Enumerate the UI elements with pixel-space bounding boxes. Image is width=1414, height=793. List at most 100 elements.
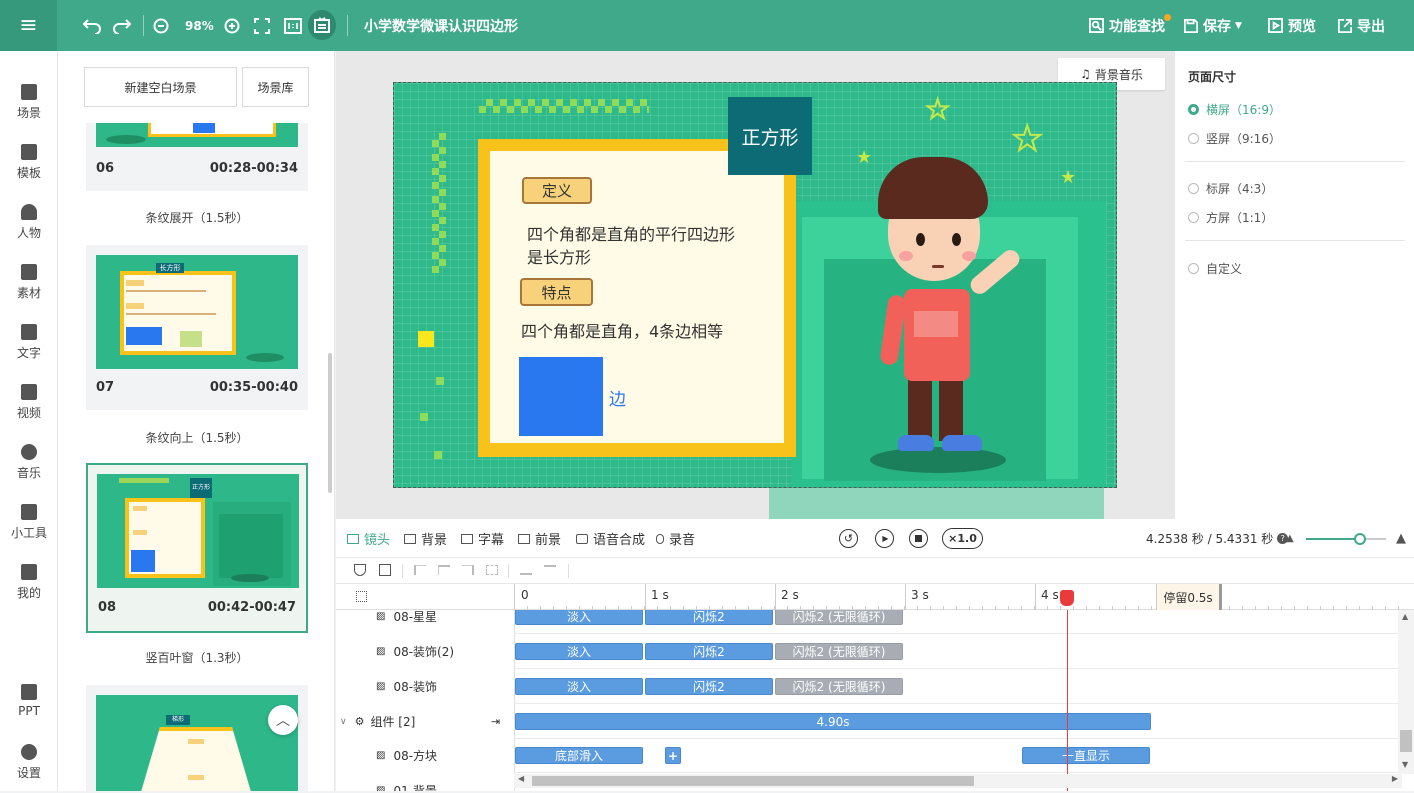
- track-label[interactable]: ▨ 08-装饰: [336, 669, 514, 704]
- definition-text-line2[interactable]: 是长方形: [527, 244, 591, 268]
- horizontal-scrollbar[interactable]: ◀ ▶: [514, 774, 1402, 788]
- track-label[interactable]: ▨ 08-方块: [336, 738, 514, 773]
- animation-clip[interactable]: 闪烁2 (无限循环): [775, 643, 903, 660]
- new-blank-scene-button[interactable]: 新建空白场景: [84, 67, 237, 107]
- filter-icon[interactable]: [354, 564, 366, 576]
- radio-custom[interactable]: 自定义: [1188, 260, 1242, 277]
- chevron-down-icon[interactable]: ∨: [340, 717, 347, 727]
- scene-transition[interactable]: 条纹展开（1.5秒）: [86, 209, 308, 226]
- align-left-icon[interactable]: [414, 565, 426, 575]
- feature-tag[interactable]: 特点: [520, 278, 593, 306]
- radio-standard-4-3[interactable]: 标屏（4:3）: [1188, 180, 1273, 197]
- group-duration-clip[interactable]: 4.90s: [515, 713, 1151, 730]
- animation-clip[interactable]: 一直显示: [1022, 747, 1150, 764]
- add-animation-button[interactable]: +: [665, 747, 681, 764]
- animation-clip[interactable]: 底部滑入: [515, 747, 643, 764]
- actual-size-icon[interactable]: [284, 0, 302, 51]
- align-right-icon[interactable]: [462, 565, 474, 575]
- animation-clip[interactable]: 闪烁2 (无限循环): [775, 678, 903, 695]
- scrollbar-thumb[interactable]: [532, 776, 974, 786]
- track-label[interactable]: ▨ 08-星星: [336, 610, 514, 634]
- save-button[interactable]: 保存 ▼: [1184, 0, 1242, 51]
- animation-clip[interactable]: 闪烁2: [645, 610, 773, 625]
- playback-speed-button[interactable]: ×1.0: [942, 528, 983, 549]
- animation-clip[interactable]: 闪烁2: [645, 678, 773, 695]
- scene-card-06[interactable]: 06 00:28-00:34: [86, 123, 308, 191]
- scene-card-09[interactable]: 梯形: [86, 685, 308, 791]
- scroll-right-icon[interactable]: ▶: [1392, 774, 1398, 783]
- timeline-ruler[interactable]: 0 1 s 2 s 3 s 4 s 停留0.5s: [336, 584, 1414, 610]
- scene-transition[interactable]: 竖百叶窗（1.3秒）: [86, 649, 308, 666]
- animation-clip[interactable]: 淡入: [515, 643, 643, 660]
- redo-icon[interactable]: [112, 0, 132, 51]
- stack-down-icon[interactable]: [544, 565, 556, 575]
- side-label[interactable]: 边: [609, 385, 626, 410]
- undo-icon[interactable]: [82, 0, 102, 51]
- group-icon[interactable]: [379, 564, 391, 576]
- preview-button[interactable]: 预览: [1268, 0, 1316, 51]
- animation-clip[interactable]: 闪烁2 (无限循环): [775, 610, 903, 625]
- scroll-top-button[interactable]: ︿: [268, 705, 298, 735]
- sidebar-item-settings[interactable]: 设置: [0, 737, 58, 793]
- sidebar-item-video[interactable]: 视频: [0, 377, 58, 433]
- definition-text-line1[interactable]: 四个角都是直角的平行四边形: [527, 221, 735, 245]
- subtitle-toggle-icon[interactable]: [308, 10, 336, 40]
- stack-up-icon[interactable]: [520, 565, 532, 575]
- timeline-zoom-slider[interactable]: [1306, 533, 1386, 545]
- stop-icon[interactable]: [909, 529, 928, 548]
- tab-foreground[interactable]: 前景: [518, 519, 561, 558]
- tab-speech-synthesis[interactable]: 语音合成: [576, 519, 645, 558]
- slide-title[interactable]: 正方形: [728, 97, 812, 175]
- sidebar-item-character[interactable]: 人物: [0, 197, 58, 253]
- playhead-handle[interactable]: [1060, 590, 1074, 606]
- scrollbar-thumb[interactable]: [1400, 730, 1412, 752]
- definition-tag[interactable]: 定义: [522, 177, 592, 204]
- scene-card-07[interactable]: 长方形 07 00:35-00:40: [86, 245, 308, 410]
- radio-square-1-1[interactable]: 方屏（1:1）: [1188, 209, 1273, 226]
- tab-subtitle[interactable]: 字幕: [461, 519, 504, 558]
- replay-icon[interactable]: ↺: [839, 529, 858, 548]
- scene-library-button[interactable]: 场景库: [242, 67, 309, 107]
- animation-clip[interactable]: 淡入: [515, 678, 643, 695]
- feature-text[interactable]: 四个角都是直角，4条边相等: [521, 318, 723, 342]
- distribute-icon[interactable]: [486, 565, 498, 575]
- slide-canvas[interactable]: ★ ★ ★ ★ 正方形 定义 四个角都是直角的平行四边形 是长方形 特点 四个角…: [393, 82, 1117, 488]
- tab-camera[interactable]: 镜头: [347, 519, 390, 558]
- tab-recording[interactable]: 录音: [656, 519, 695, 558]
- sidebar-item-tools[interactable]: 小工具: [0, 497, 58, 553]
- animation-clip[interactable]: 淡入: [515, 610, 643, 625]
- sidebar-item-text[interactable]: 文字: [0, 317, 58, 373]
- radio-landscape-16-9[interactable]: 横屏（16:9）: [1188, 101, 1281, 118]
- play-icon[interactable]: ▶: [875, 529, 894, 548]
- track-label[interactable]: ▨ 01-背景: [336, 773, 514, 791]
- zoom-in-mountain-icon[interactable]: ▲: [1396, 531, 1406, 546]
- track-label[interactable]: ▨ 08-装饰(2): [336, 634, 514, 669]
- sidebar-item-scene[interactable]: 场景: [0, 77, 58, 133]
- sidebar-item-assets[interactable]: 素材: [0, 257, 58, 313]
- animation-clip[interactable]: 闪烁2: [645, 643, 773, 660]
- zoom-in-icon[interactable]: [224, 0, 240, 51]
- scroll-left-icon[interactable]: ◀: [518, 774, 524, 783]
- align-center-icon[interactable]: [438, 565, 450, 575]
- sidebar-item-template[interactable]: 模板: [0, 137, 58, 193]
- square-shape[interactable]: [519, 357, 603, 436]
- radio-portrait-9-16[interactable]: 竖屏（9:16）: [1188, 130, 1281, 147]
- fit-screen-icon[interactable]: [254, 0, 270, 51]
- scene-card-08[interactable]: 正方形 08 00:42-00:47: [86, 463, 308, 633]
- sidebar-item-ppt[interactable]: PPT: [0, 677, 58, 733]
- sidebar-item-mine[interactable]: 我的: [0, 557, 58, 613]
- zoom-out-icon[interactable]: [153, 0, 169, 51]
- menu-icon[interactable]: ≡: [0, 0, 57, 51]
- vertical-scrollbar[interactable]: ▲ ▼: [1398, 610, 1414, 774]
- scroll-up-icon[interactable]: ▲: [1402, 612, 1408, 621]
- zoom-out-mountain-icon[interactable]: ▲: [1286, 533, 1294, 544]
- feature-search-button[interactable]: 功能查找: [1089, 0, 1171, 51]
- scroll-down-icon[interactable]: ▼: [1402, 760, 1408, 769]
- zoom-slider-thumb[interactable]: [1354, 533, 1366, 545]
- sidebar-item-music[interactable]: 音乐: [0, 437, 58, 493]
- pause-segment[interactable]: 停留0.5s: [1156, 584, 1222, 610]
- track-label-group[interactable]: ∨ ⚙ 组件 [2] ⇥: [336, 704, 514, 739]
- project-title[interactable]: 小学数学微课认识四边形: [364, 0, 518, 51]
- tab-background[interactable]: 背景: [404, 519, 447, 558]
- grid-icon[interactable]: [356, 591, 367, 602]
